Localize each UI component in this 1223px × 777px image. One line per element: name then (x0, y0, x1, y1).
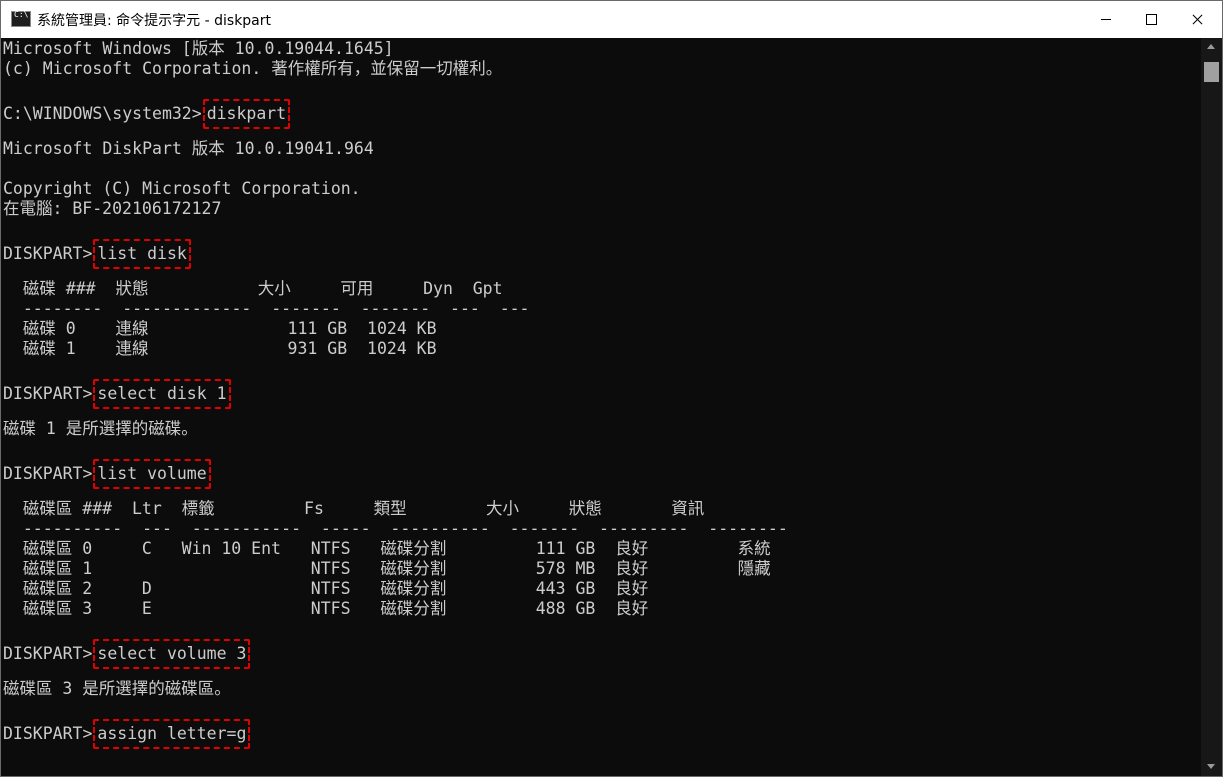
prompt-text: DISKPART> (3, 464, 93, 483)
scroll-down-arrow-icon[interactable] (1207, 764, 1215, 769)
command-line: DISKPART> select disk 1 (3, 379, 231, 409)
cmd-icon: C:\ (11, 10, 31, 27)
minimize-button[interactable] (1083, 1, 1129, 38)
command-line: DISKPART> list volume (3, 459, 211, 489)
command-line: C:\WINDOWS\system32> diskpart (3, 99, 291, 129)
output-line: Copyright (C) Microsoft Corporation. (3, 179, 361, 198)
console-window: C:\ 系統管理員: 命令提示字元 - diskpart Microsoft W… (0, 0, 1223, 777)
highlighted-command: list volume (93, 459, 211, 489)
output-line: ---------- --- ----------- ----- -------… (3, 519, 788, 538)
output-line: 磁碟區 2 D NTFS 磁碟分割 443 GB 良好 (3, 579, 649, 598)
output-line: 磁碟 ### 狀態 大小 可用 Dyn Gpt (3, 279, 503, 298)
command-line: DISKPART> select volume 3 (3, 639, 251, 669)
title-bar[interactable]: C:\ 系統管理員: 命令提示字元 - diskpart (1, 1, 1222, 38)
command-line: DISKPART> list disk (3, 239, 191, 269)
output-line: 磁碟 1 連線 931 GB 1024 KB (3, 339, 437, 358)
highlighted-command: assign letter=g (93, 719, 251, 749)
output-line: 磁碟區 ### Ltr 標籤 Fs 類型 大小 狀態 資訊 (3, 499, 705, 518)
scrollbar-thumb[interactable] (1204, 62, 1219, 82)
output-line: 磁碟區 3 是所選擇的磁碟區。 (3, 679, 231, 698)
prompt-text: DISKPART> (3, 384, 93, 403)
highlighted-command: select disk 1 (93, 379, 231, 409)
output-line: 磁碟區 1 NTFS 磁碟分割 578 MB 良好 隱藏 (3, 559, 771, 578)
output-line: 磁碟 1 是所選擇的磁碟。 (3, 419, 198, 438)
output-line: Microsoft Windows [版本 10.0.19044.1645] (3, 39, 394, 58)
highlighted-command: list disk (93, 239, 191, 269)
prompt-text: C:\WINDOWS\system32> (3, 104, 202, 123)
prompt-text: DISKPART> (3, 244, 93, 263)
console-output[interactable]: Microsoft Windows [版本 10.0.19044.1645] (c… (1, 38, 1201, 776)
output-line: 磁碟區 3 E NTFS 磁碟分割 488 GB 良好 (3, 599, 649, 618)
prompt-text: DISKPART> (3, 644, 93, 663)
output-line: Microsoft DiskPart 版本 10.0.19041.964 (3, 139, 374, 158)
output-line: 在電腦: BF-202106172127 (3, 199, 222, 218)
highlighted-command: diskpart (202, 99, 291, 129)
scroll-up-arrow-icon[interactable] (1207, 44, 1215, 49)
output-line: -------- ------------- ------- ------- -… (3, 299, 530, 318)
highlighted-command: select volume 3 (93, 639, 251, 669)
window-title: 系統管理員: 命令提示字元 - diskpart (37, 13, 272, 29)
output-line: 磁碟區 0 C Win 10 Ent NTFS 磁碟分割 111 GB 良好 系… (3, 539, 771, 558)
prompt-text: DISKPART> (3, 724, 93, 743)
maximize-button[interactable] (1129, 1, 1175, 38)
output-line: 磁碟 0 連線 111 GB 1024 KB (3, 319, 437, 338)
close-button[interactable] (1175, 1, 1221, 38)
output-line: (c) Microsoft Corporation. 著作權所有，並保留一切權利… (3, 59, 503, 78)
command-line: DISKPART> assign letter=g (3, 719, 251, 749)
vertical-scrollbar[interactable] (1201, 38, 1222, 776)
